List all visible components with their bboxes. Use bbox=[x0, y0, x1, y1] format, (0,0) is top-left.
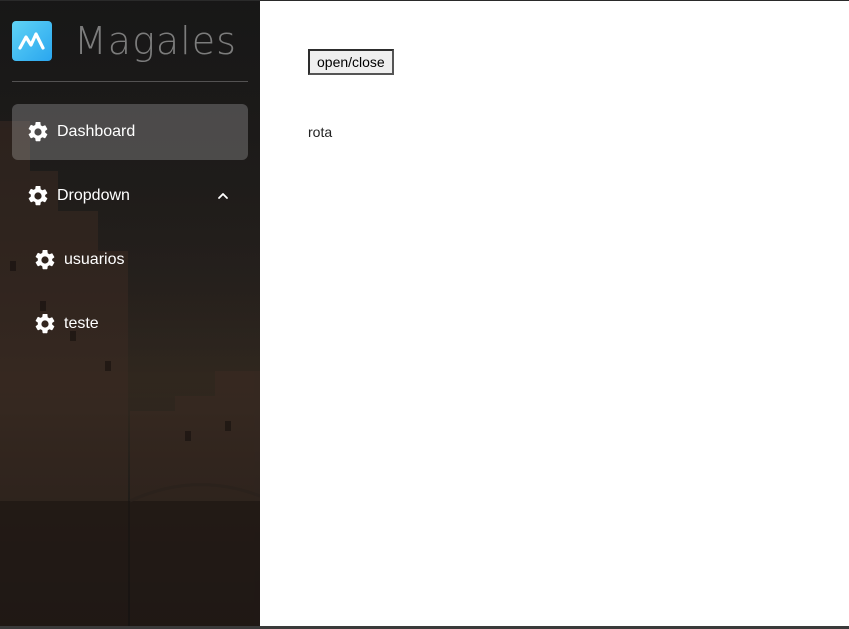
sidebar-item-label: teste bbox=[64, 315, 99, 332]
sidebar-item-dropdown[interactable]: Dropdown bbox=[12, 168, 248, 224]
main-content: open/close rota bbox=[260, 1, 849, 627]
sidebar-item-label: Dropdown bbox=[57, 187, 130, 204]
chevron-up-icon[interactable] bbox=[216, 189, 230, 203]
gear-icon bbox=[26, 184, 50, 208]
open-close-button[interactable]: open/close bbox=[308, 49, 394, 75]
sidebar: Magales Dashboard Dropdown usuarios test… bbox=[0, 1, 260, 627]
sidebar-item-dashboard[interactable]: Dashboard bbox=[12, 104, 248, 160]
gear-icon bbox=[33, 312, 57, 336]
app-window: Magales Dashboard Dropdown usuarios test… bbox=[0, 0, 849, 629]
brand-name: Magales bbox=[74, 19, 237, 63]
brand[interactable]: Magales bbox=[0, 1, 260, 81]
gear-icon bbox=[26, 120, 50, 144]
sidebar-item-label: Dashboard bbox=[57, 123, 136, 140]
sidebar-item-label: usuarios bbox=[64, 251, 125, 268]
sidebar-item-teste[interactable]: teste bbox=[20, 296, 248, 352]
gear-icon bbox=[33, 248, 57, 272]
brand-divider bbox=[12, 81, 248, 82]
route-text: rota bbox=[308, 124, 333, 140]
wave-logo-icon bbox=[12, 21, 52, 61]
sidebar-item-usuarios[interactable]: usuarios bbox=[20, 232, 248, 288]
